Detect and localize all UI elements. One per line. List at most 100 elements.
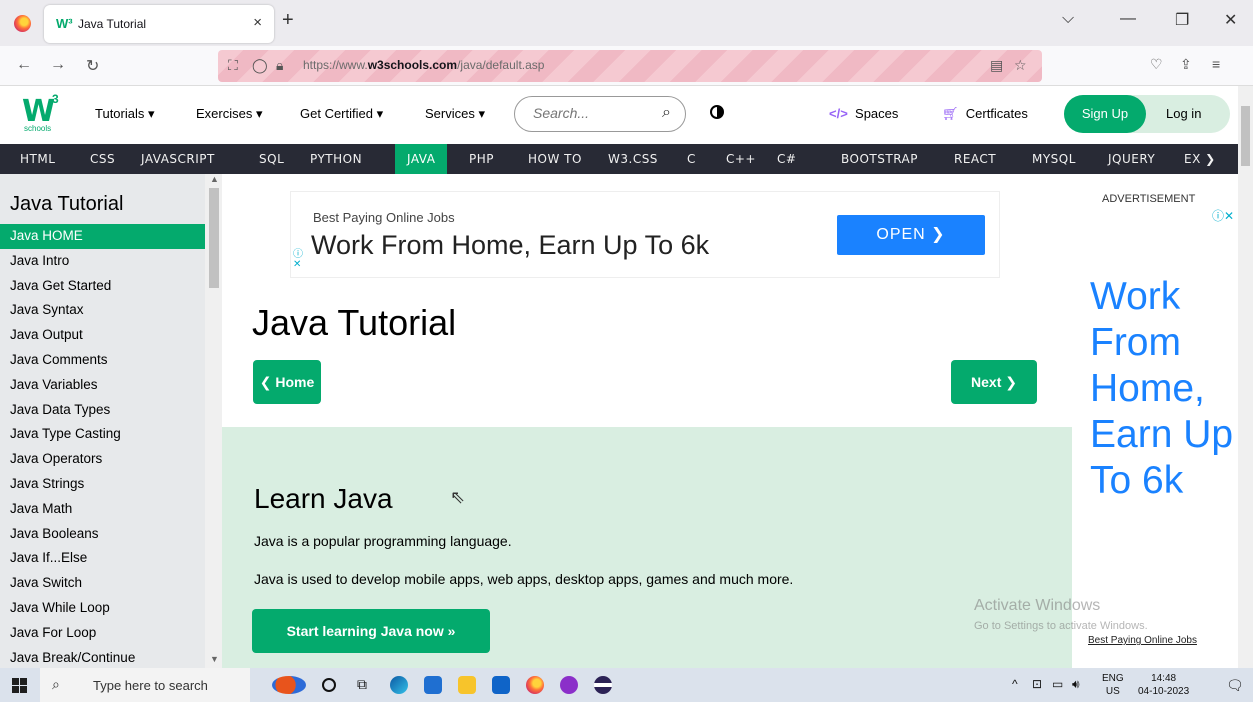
scroll-up-icon[interactable]: ▲ (210, 174, 219, 184)
nav-javascript[interactable]: JAVASCRIPT (129, 144, 227, 174)
eclipse-icon[interactable] (594, 676, 612, 694)
sidebar-item-java-booleans[interactable]: Java Booleans (0, 522, 205, 547)
nav-php[interactable]: PHP (457, 144, 506, 174)
right-ad-footer-link[interactable]: Best Paying Online Jobs (1088, 635, 1197, 646)
nav-cpp[interactable]: C++ (714, 144, 768, 174)
next-button[interactable]: Next ❯ (951, 360, 1037, 404)
store-icon[interactable] (424, 676, 442, 694)
sidebar-item-java-math[interactable]: Java Math (0, 497, 205, 522)
nav-react[interactable]: REACT (942, 144, 1008, 174)
nav-html[interactable]: HTML (8, 144, 67, 174)
nav-more[interactable]: EX ❯ (1172, 144, 1228, 174)
taskbar-firefox-icon[interactable] (526, 676, 544, 694)
pocket-icon[interactable]: ♡ (1150, 56, 1163, 73)
edge-icon[interactable] (390, 676, 408, 694)
sidebar-item-java-break-continue[interactable]: Java Break/Continue (0, 646, 205, 668)
nav-how-to[interactable]: HOW TO (516, 144, 594, 174)
ad-banner-headline[interactable]: Work From Home, Earn Up To 6k (311, 230, 709, 261)
share-icon[interactable]: ⇪ (1180, 56, 1192, 73)
nav-jquery[interactable]: JQUERY (1096, 144, 1167, 174)
home-button[interactable]: ❮ Home (253, 360, 321, 404)
sidebar-item-java-variables[interactable]: Java Variables (0, 373, 205, 398)
taskbar-search[interactable]: ⌕ Type here to search (40, 668, 250, 702)
menu-services[interactable]: Services ▾ (425, 106, 485, 122)
nav-bootstrap[interactable]: BOOTSTRAP (829, 144, 930, 174)
ad-info-icon[interactable]: ⓘ ✕ (293, 250, 303, 270)
tab-close-icon[interactable]: × (253, 14, 262, 31)
sidebar-scrollbar[interactable]: ▲ ▼ (205, 174, 222, 668)
volume-icon[interactable]: 🔊︎ (1072, 677, 1080, 692)
language-indicator[interactable]: ENG US (1102, 672, 1124, 698)
maximize-button[interactable]: ❐ (1175, 10, 1189, 30)
reload-icon[interactable]: ↻ (86, 56, 99, 76)
address-bar[interactable]: ⛶ ◯ 🔒︎ https://www.w3schools.com/java/de… (218, 50, 1042, 82)
tray-network-icon[interactable]: ⊡ (1032, 677, 1042, 691)
tracking-shield-icon[interactable]: ◯ (252, 57, 268, 74)
ad-close-icon[interactable]: ⓘ✕ (1212, 207, 1234, 224)
back-arrow-icon[interactable]: ← (16, 56, 32, 74)
task-view-icon[interactable]: ⧉ (357, 676, 375, 694)
search-icon[interactable]: ⌕ (662, 104, 671, 122)
page-scroll-thumb[interactable] (1241, 106, 1250, 166)
sidebar-item-java-switch[interactable]: Java Switch (0, 571, 205, 596)
menu-hamburger-icon[interactable]: ≡ (1212, 56, 1220, 72)
sidebar-item-java-strings[interactable]: Java Strings (0, 472, 205, 497)
certificates-link[interactable]: 🛒︎ Certficates (942, 106, 1028, 122)
close-window-button[interactable]: ✕ (1224, 10, 1237, 30)
file-explorer-icon[interactable] (458, 676, 476, 694)
ad-banner[interactable]: Best Paying Online Jobs Work From Home, … (290, 191, 1000, 278)
sidebar-item-java-home[interactable]: Java HOME (0, 224, 205, 249)
new-tab-button[interactable]: + (282, 9, 294, 32)
right-ad-headline[interactable]: Work From Home, Earn Up To 6k (1090, 274, 1238, 504)
sidebar-item-java-syntax[interactable]: Java Syntax (0, 298, 205, 323)
search-box[interactable]: ⌕ (514, 96, 686, 132)
nav-csharp[interactable]: C# (765, 144, 808, 174)
log-in-button[interactable]: Log in (1166, 106, 1201, 121)
nav-css[interactable]: CSS (78, 144, 127, 174)
minimize-button[interactable]: — (1120, 10, 1136, 28)
page-scrollbar[interactable] (1238, 86, 1253, 668)
tray-display-icon[interactable]: ▭ (1052, 677, 1063, 691)
sidebar-scroll-thumb[interactable] (209, 188, 219, 288)
sidebar-item-java-output[interactable]: Java Output (0, 323, 205, 348)
spaces-link[interactable]: </> Spaces (829, 106, 898, 121)
tab-list-dropdown-icon[interactable]: ⌵ (1062, 10, 1074, 28)
forward-arrow-icon[interactable]: → (50, 56, 66, 74)
menu-get-certified[interactable]: Get Certified ▾ (300, 106, 383, 122)
menu-exercises[interactable]: Exercises ▾ (196, 106, 263, 122)
w3schools-logo[interactable]: W 3 schools (22, 92, 66, 136)
clock[interactable]: 14:48 04-10-2023 (1138, 672, 1189, 698)
lock-icon[interactable]: 🔒︎ (276, 57, 283, 74)
ad-open-button[interactable]: OPEN ❯ (837, 215, 985, 255)
nav-mysql[interactable]: MYSQL (1020, 144, 1088, 174)
tray-chevron-icon[interactable]: ^ (1012, 677, 1018, 691)
weather-widget-icon[interactable] (272, 676, 306, 694)
scroll-down-icon[interactable]: ▼ (210, 654, 219, 664)
reader-view-icon[interactable]: ▤ (990, 57, 1003, 74)
sidebar-item-java-operators[interactable]: Java Operators (0, 447, 205, 472)
sidebar-item-java-data-types[interactable]: Java Data Types (0, 398, 205, 423)
nav-python[interactable]: PYTHON (298, 144, 374, 174)
right-advertisement[interactable]: ADVERTISEMENT ⓘ✕ Work From Home, Earn Up… (1072, 174, 1238, 668)
sidebar-item-java-comments[interactable]: Java Comments (0, 348, 205, 373)
mail-icon[interactable] (492, 676, 510, 694)
sidebar-item-java-intro[interactable]: Java Intro (0, 249, 205, 274)
browser-tab[interactable]: W³ Java Tutorial × (44, 5, 274, 43)
windows-start-icon[interactable] (12, 678, 27, 693)
bookmark-star-icon[interactable]: ☆ (1014, 57, 1027, 74)
nav-sql[interactable]: SQL (247, 144, 296, 174)
sidebar-item-java-if-else[interactable]: Java If...Else (0, 546, 205, 571)
start-learning-button[interactable]: Start learning Java now » (252, 609, 490, 653)
menu-tutorials[interactable]: Tutorials ▾ (95, 106, 155, 122)
url-text[interactable]: https://www.w3schools.com/java/default.a… (303, 58, 544, 72)
cortana-icon[interactable] (322, 678, 336, 692)
search-input[interactable] (533, 105, 653, 121)
notifications-icon[interactable]: 🗨︎ (1226, 677, 1244, 694)
sidebar-item-java-get-started[interactable]: Java Get Started (0, 274, 205, 299)
sidebar-item-java-while-loop[interactable]: Java While Loop (0, 596, 205, 621)
nav-c[interactable]: C (675, 144, 708, 174)
nav-w3css[interactable]: W3.CSS (596, 144, 670, 174)
sidebar-item-java-for-loop[interactable]: Java For Loop (0, 621, 205, 646)
sidebar-item-java-type-casting[interactable]: Java Type Casting (0, 422, 205, 447)
dark-mode-toggle-icon[interactable] (710, 105, 724, 119)
